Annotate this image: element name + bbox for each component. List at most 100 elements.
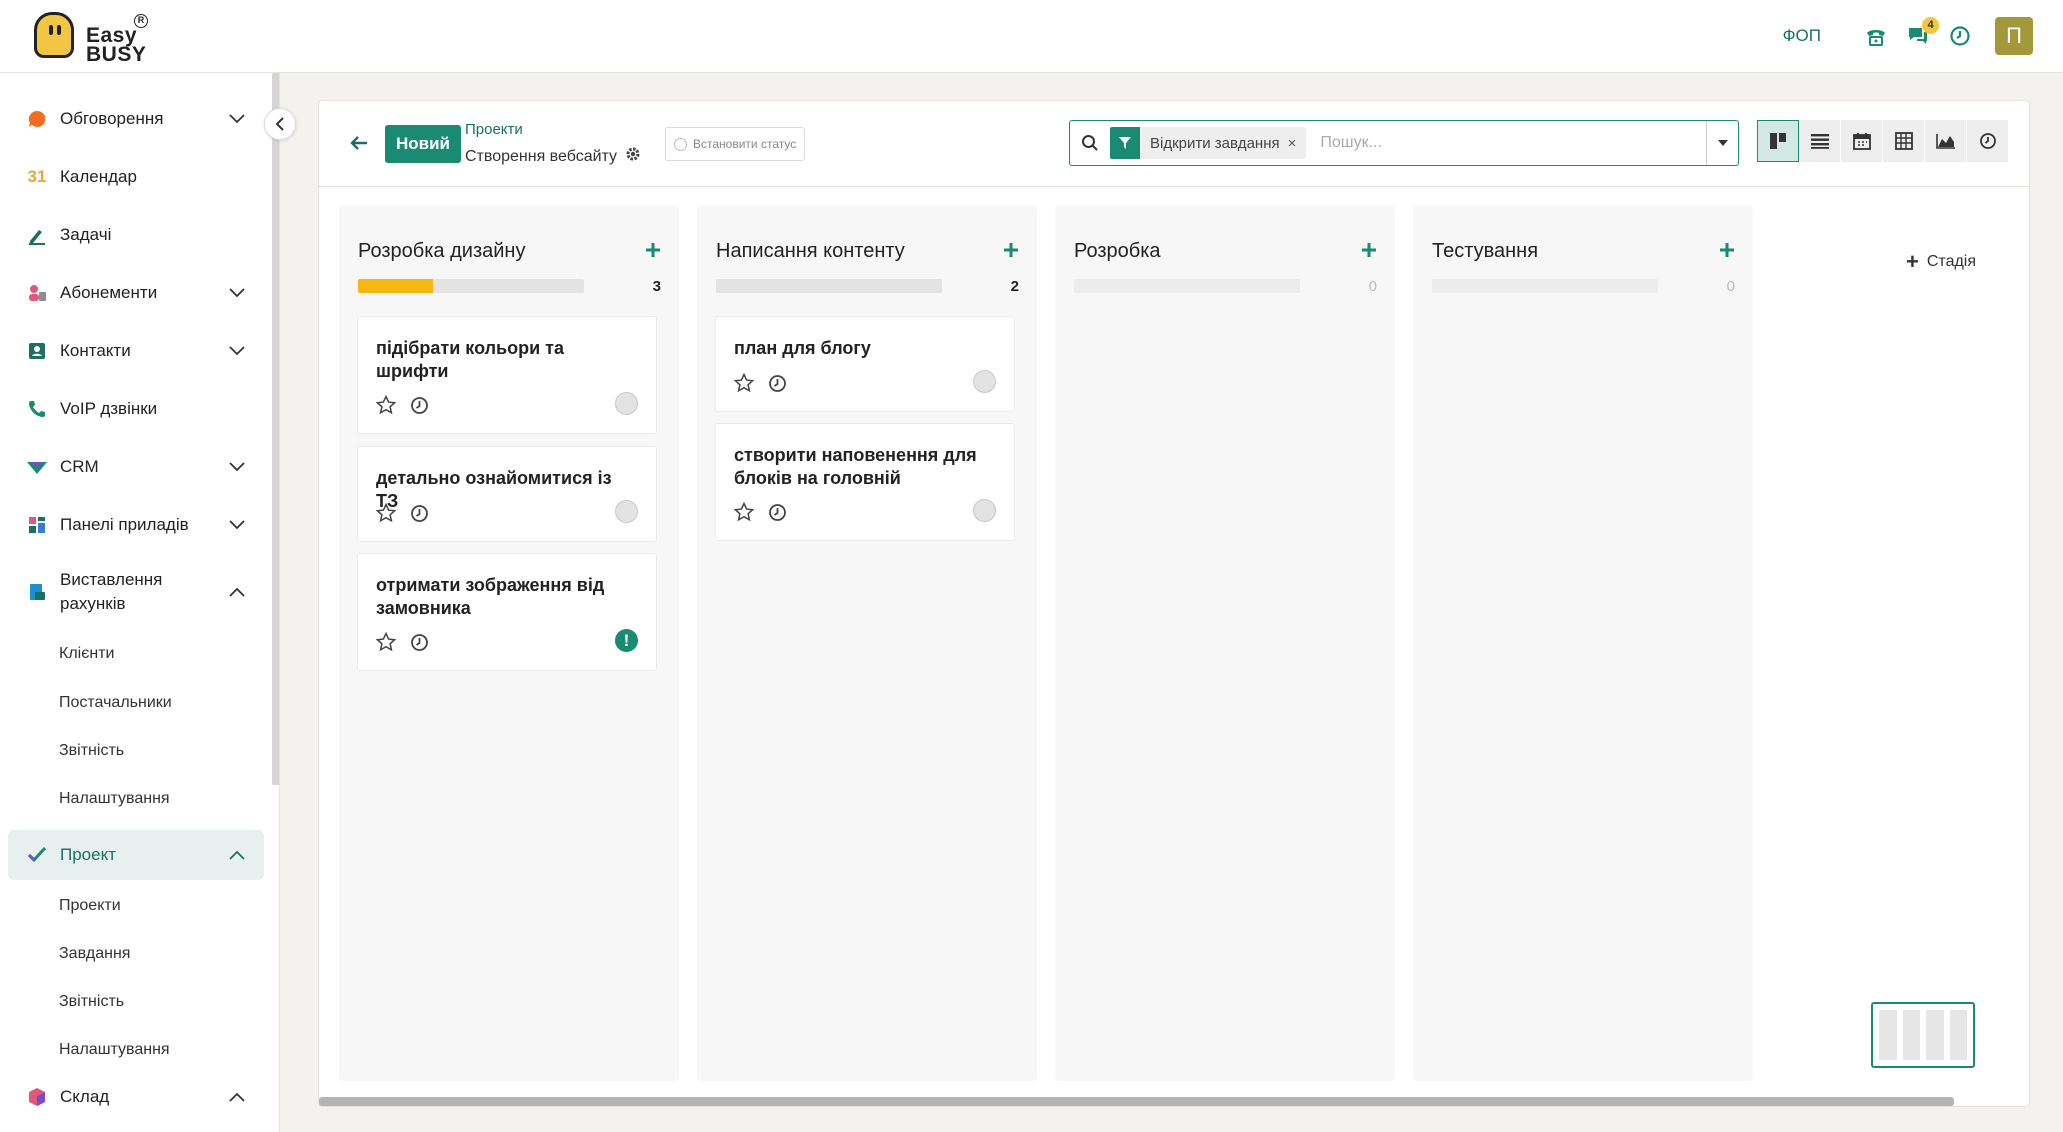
chevron-up-icon[interactable] [226, 581, 248, 603]
search-input[interactable] [1320, 134, 1706, 152]
star-icon[interactable] [375, 502, 397, 523]
clock-icon[interactable] [410, 633, 429, 652]
priority-circle[interactable] [973, 499, 996, 522]
sidebar-item-tasks[interactable]: Задачі [8, 210, 264, 260]
column-progress-bar[interactable] [358, 279, 584, 293]
messages-icon[interactable]: 4 [1905, 17, 1939, 49]
view-calendar-button[interactable] [1841, 120, 1883, 162]
sidebar-subitem-project-reports[interactable]: Звітність [59, 993, 124, 1011]
clock-icon[interactable] [768, 503, 787, 522]
filter-icon [1110, 127, 1140, 159]
priority-circle[interactable] [615, 500, 638, 523]
kanban-column[interactable]: Тестування 0 [1413, 206, 1753, 1081]
sidebar-item-dashboards[interactable]: Панелі приладів [8, 500, 264, 550]
sidebar-item-invoicing[interactable]: Виставлення рахунків [8, 560, 264, 624]
sidebar-item-inventory[interactable]: Склад [8, 1072, 264, 1122]
high-priority-exclamation-icon[interactable]: ! [615, 629, 638, 652]
chevron-up-icon[interactable] [226, 844, 248, 866]
chevron-down-icon[interactable] [226, 282, 248, 304]
column-title[interactable]: Розробка дизайну [358, 240, 525, 263]
column-title[interactable]: Розробка [1074, 240, 1161, 263]
chevron-down-icon[interactable] [226, 340, 248, 362]
minimap-column [1926, 1010, 1944, 1060]
sidebar-subitem-project-settings[interactable]: Налаштування [59, 1041, 170, 1059]
task-card[interactable]: отримати зображення від замовника ! [357, 553, 657, 671]
sidebar-collapse-button[interactable] [264, 108, 296, 140]
app-logo[interactable]: Easy BUSY R [34, 12, 154, 65]
star-icon[interactable] [375, 631, 397, 652]
calendar-view-icon [1852, 133, 1871, 150]
clock-icon[interactable] [410, 504, 429, 523]
sidebar-item-project[interactable]: Проект [8, 830, 264, 880]
sidebar-item-voip[interactable]: VoIP дзвінки [8, 384, 264, 434]
add-task-plus-icon[interactable] [1719, 242, 1737, 260]
kanban-column[interactable]: Розробка 0 [1055, 206, 1395, 1081]
clock-icon[interactable] [768, 374, 787, 393]
column-title[interactable]: Тестування [1432, 240, 1538, 263]
add-stage-button[interactable]: + Стадія [1906, 251, 1976, 273]
voip-phone-icon[interactable] [1863, 23, 1889, 49]
star-icon[interactable] [375, 394, 397, 415]
view-kanban-button[interactable] [1757, 120, 1799, 162]
breadcrumb-parent[interactable]: Проекти [465, 121, 523, 138]
add-task-plus-icon[interactable] [1003, 242, 1021, 260]
star-icon[interactable] [733, 372, 755, 393]
sidebar-item-subscriptions[interactable]: Абонементи [8, 268, 264, 318]
kanban-minimap[interactable] [1871, 1002, 1975, 1068]
task-card[interactable]: підібрати кольори та шрифти [357, 316, 657, 434]
sidebar-item-calendar[interactable]: 31 Календар [8, 152, 264, 202]
clock-icon[interactable] [410, 396, 429, 415]
column-progress-bar[interactable] [716, 279, 942, 293]
view-graph-button[interactable] [1925, 120, 1967, 162]
column-progress-bar[interactable] [1432, 279, 1658, 293]
contacts-icon [26, 340, 48, 362]
sidebar-scrollbar[interactable] [272, 73, 279, 785]
view-list-button[interactable] [1799, 120, 1841, 162]
chevron-down-icon[interactable] [226, 108, 248, 130]
sidebar-subitem-invoicing-reports[interactable]: Звітність [59, 742, 124, 760]
add-task-plus-icon[interactable] [1361, 242, 1379, 260]
task-card[interactable]: план для блогу [715, 316, 1015, 412]
kanban-column[interactable]: Написання контенту 2 план для блогу ство… [697, 206, 1037, 1081]
kanban-icon [1770, 133, 1786, 149]
top-bar: Easy BUSY R ФОП 4 П [0, 0, 2063, 73]
kanban-column[interactable]: Розробка дизайну 3 підібрати кольори та … [339, 206, 679, 1081]
search-options-toggle[interactable] [1706, 121, 1738, 165]
area-chart-icon [1935, 134, 1955, 149]
chevron-down-icon[interactable] [226, 514, 248, 536]
sidebar-subitem-projects[interactable]: Проекти [59, 897, 121, 915]
sidebar-item-discuss[interactable]: Обговорення [8, 94, 264, 144]
column-progress-bar[interactable] [1074, 279, 1300, 293]
priority-circle[interactable] [615, 392, 638, 415]
sidebar-subitem-invoicing-settings[interactable]: Налаштування [59, 790, 170, 808]
sidebar-subitem-tasks[interactable]: Завдання [59, 945, 130, 963]
priority-circle[interactable] [973, 370, 996, 393]
user-avatar[interactable]: П [1995, 17, 2033, 55]
task-card[interactable]: детально ознайомитися із ТЗ [357, 446, 657, 542]
set-status-button[interactable]: Встановити статус [665, 127, 805, 161]
logo-wordmark: Easy BUSY [86, 25, 146, 65]
view-pivot-button[interactable] [1883, 120, 1925, 162]
task-card[interactable]: створити наповенення для блоків на голов… [715, 423, 1015, 541]
new-button[interactable]: Новий [385, 125, 461, 163]
gear-icon[interactable] [625, 146, 641, 167]
company-switcher[interactable]: ФОП [1783, 26, 1821, 46]
view-activity-button[interactable] [1967, 120, 2009, 162]
task-title: створити наповенення для блоків на голов… [734, 445, 977, 488]
activity-clock-icon[interactable] [1947, 23, 1973, 49]
sidebar-item-contacts[interactable]: Контакти [8, 326, 264, 376]
add-task-plus-icon[interactable] [645, 242, 663, 260]
star-icon[interactable] [733, 501, 755, 522]
facet-remove-icon[interactable]: × [1288, 127, 1307, 159]
horizontal-scrollbar[interactable] [319, 1097, 1954, 1106]
sidebar-item-crm[interactable]: CRM [8, 442, 264, 492]
chevron-down-icon[interactable] [226, 456, 248, 478]
sidebar: Обговорення 31 Календар Задачі Абонемент… [0, 73, 280, 1132]
column-counter: 3 [652, 278, 661, 295]
back-arrow-icon[interactable] [349, 133, 371, 155]
column-title[interactable]: Написання контенту [716, 240, 905, 263]
set-status-label: Встановити статус [693, 137, 797, 151]
chevron-up-icon[interactable] [226, 1086, 248, 1108]
sidebar-subitem-clients[interactable]: Клієнти [59, 645, 114, 663]
sidebar-subitem-vendors[interactable]: Постачальники [59, 694, 172, 712]
